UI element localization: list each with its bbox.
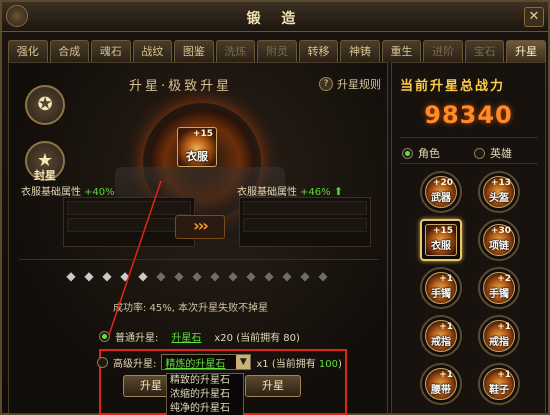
hero-radio-option[interactable]: 英雄 xyxy=(474,145,512,161)
equipment-slot[interactable]: +2 手镯 xyxy=(478,267,520,309)
equipment-icon: +1 戒指 xyxy=(483,320,515,352)
tab-bar: 强化 合成 魂石 战纹 图鉴 洗炼 附灵 转移 神铸 重生 进阶 宝石 升星 xyxy=(8,40,546,62)
equipment-icon: +1 手镯 xyxy=(425,272,457,304)
equipment-slot[interactable]: +1 戒指 xyxy=(478,315,520,357)
divider xyxy=(400,163,538,164)
target-radio-group: 角色 英雄 xyxy=(402,145,512,161)
equipment-icon: +1 鞋子 xyxy=(483,368,515,400)
tab-3[interactable]: 战纹 xyxy=(132,40,173,62)
slot-plus: +20 xyxy=(432,178,453,188)
slot-plus: +13 xyxy=(490,178,511,188)
tab-8[interactable]: 神铸 xyxy=(340,40,380,62)
slot-name: 手镯 xyxy=(431,289,451,300)
upgrade-panel: ✪ ★ 封星 升星·极致升星 ? 升星规则 +15 衣服 衣服基础属性 +40% … xyxy=(8,62,388,415)
slot-name: 头盔 xyxy=(489,193,509,204)
slot-plus: +1 xyxy=(497,322,511,332)
tab-0[interactable]: 强化 xyxy=(8,40,48,62)
slot-plus: +15 xyxy=(432,226,453,236)
slot-name: 武器 xyxy=(431,193,451,204)
tab-11[interactable]: 宝石 xyxy=(464,40,505,62)
pointer-line xyxy=(108,180,162,336)
equipment-slot[interactable]: +15 衣服 xyxy=(420,219,462,261)
slot-plus: +2 xyxy=(497,274,511,284)
equipment-slot[interactable]: +30 项链 xyxy=(478,219,520,261)
equipment-slot[interactable]: +13 头盔 xyxy=(478,171,520,213)
equipment-slot[interactable]: +1 鞋子 xyxy=(478,363,520,405)
power-panel: 当前升星总战力 98340 角色 英雄 +20 武器 +13 头盔 +15 衣服 +30 项链… xyxy=(391,62,546,414)
slot-name: 衣服 xyxy=(431,241,451,252)
slot-name: 戒指 xyxy=(431,337,451,348)
pointer-line-segment xyxy=(108,180,162,336)
tab-12[interactable]: 升星 xyxy=(506,40,546,62)
tab-5[interactable]: 洗炼 xyxy=(215,40,256,62)
equipment-slot[interactable]: +1 戒指 xyxy=(420,315,462,357)
total-power-value: 98340 xyxy=(424,101,513,129)
close-button[interactable]: ✕ xyxy=(524,7,544,27)
equipment-icon: +2 手镯 xyxy=(483,272,515,304)
role-radio-label: 角色 xyxy=(418,147,440,160)
hero-radio[interactable] xyxy=(474,147,485,159)
tab-9[interactable]: 重生 xyxy=(381,40,422,62)
forge-window: 锻 造 ✕ 强化 合成 魂石 战纹 图鉴 洗炼 附灵 转移 神铸 重生 进阶 宝石 升星 ✪ ★ 封星 … xyxy=(0,0,550,415)
tab-1[interactable]: 合成 xyxy=(49,40,90,62)
tab-2[interactable]: 魂石 xyxy=(91,40,131,62)
slot-name: 戒指 xyxy=(489,337,509,348)
equipment-icon: +15 衣服 xyxy=(425,224,457,256)
slot-name: 项链 xyxy=(489,241,509,252)
title-bar: 锻 造 ✕ xyxy=(2,2,548,32)
slot-plus: +1 xyxy=(439,322,453,332)
hero-radio-label: 英雄 xyxy=(490,147,512,160)
slot-plus: +30 xyxy=(490,226,511,236)
equipment-slot[interactable]: +1 手镯 xyxy=(420,267,462,309)
tab-4[interactable]: 图鉴 xyxy=(174,40,214,62)
equipment-icon: +1 戒指 xyxy=(425,320,457,352)
slot-plus: +1 xyxy=(439,274,453,284)
equipment-slot[interactable]: +20 武器 xyxy=(420,171,462,213)
slot-plus: +1 xyxy=(439,370,453,380)
slot-name: 鞋子 xyxy=(489,385,509,396)
total-power-title: 当前升星总战力 xyxy=(400,79,506,94)
equipment-icon: +1 腰带 xyxy=(425,368,457,400)
role-radio[interactable] xyxy=(402,147,413,159)
equipment-icon: +20 武器 xyxy=(425,176,457,208)
tab-10[interactable]: 进阶 xyxy=(423,40,463,62)
equipment-slot[interactable]: +1 腰带 xyxy=(420,363,462,405)
divider xyxy=(400,137,538,138)
window-title: 锻 造 xyxy=(246,11,304,27)
slot-plus: +1 xyxy=(497,370,511,380)
slot-name: 腰带 xyxy=(431,385,451,396)
equipment-icon: +30 项链 xyxy=(483,224,515,256)
equipment-icon: +13 头盔 xyxy=(483,176,515,208)
slot-name: 手镯 xyxy=(489,289,509,300)
tab-7[interactable]: 转移 xyxy=(298,40,339,62)
tab-6[interactable]: 附灵 xyxy=(257,40,297,62)
role-radio-option[interactable]: 角色 xyxy=(402,145,440,161)
